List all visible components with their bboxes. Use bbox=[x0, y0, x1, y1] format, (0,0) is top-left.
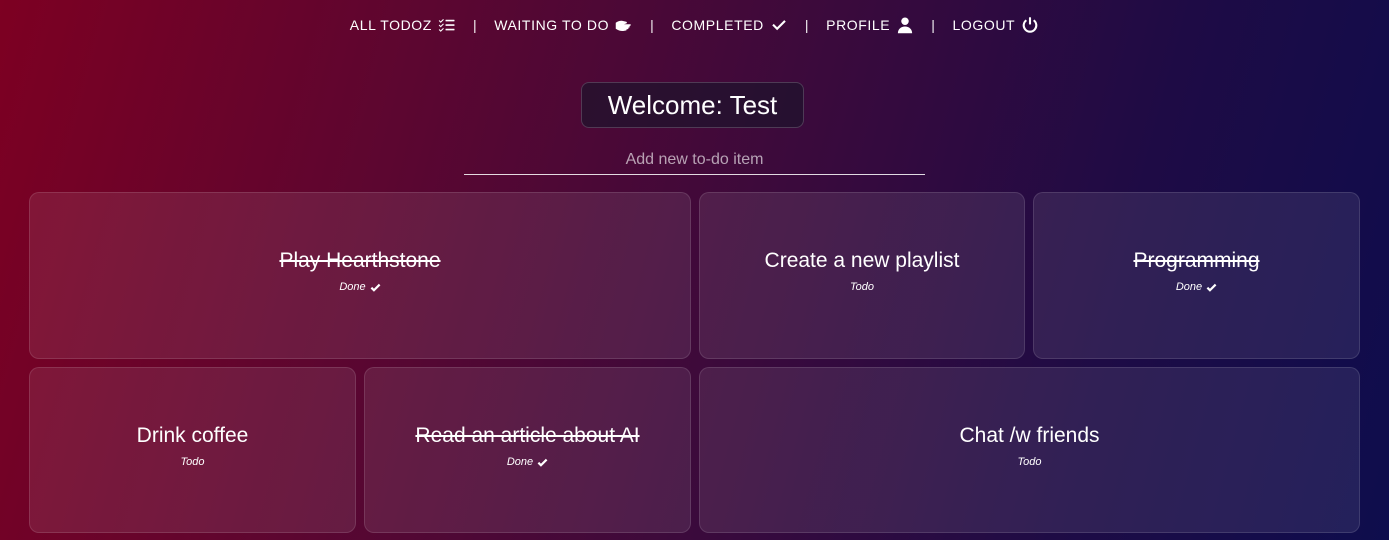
nav-profile[interactable]: PROFILE bbox=[826, 16, 914, 34]
welcome-text: Welcome: Test bbox=[607, 89, 778, 120]
todo-card[interactable]: Chat /w friends Todo bbox=[699, 367, 1360, 533]
todo-title: Play Hearthstone bbox=[279, 249, 441, 272]
todo-status-label: Todo bbox=[849, 281, 875, 293]
todo-status-label: Todo bbox=[180, 456, 205, 468]
nav-completed[interactable]: COMPLETED bbox=[671, 16, 788, 34]
nav-waiting-to-do[interactable]: WAITING TO DO bbox=[494, 16, 633, 34]
check-icon bbox=[1206, 283, 1217, 292]
todo-title: Programming bbox=[1133, 249, 1260, 272]
user-icon bbox=[898, 17, 913, 34]
todo-status: Todo bbox=[1017, 456, 1041, 468]
todo-status-label: Todo bbox=[1017, 456, 1042, 468]
check-icon bbox=[370, 283, 381, 292]
nav-separator: | bbox=[931, 17, 936, 33]
todo-title: Drink coffee bbox=[136, 424, 249, 447]
todo-status: Done bbox=[507, 456, 548, 468]
welcome-banner: Welcome: Test bbox=[581, 82, 804, 128]
todo-status: Todo bbox=[850, 281, 874, 293]
nav-completed-label: COMPLETED bbox=[671, 17, 764, 33]
new-todo-input[interactable] bbox=[464, 145, 925, 175]
nav-all-todoz[interactable]: ALL TODOZ bbox=[350, 16, 456, 34]
todo-status-label: Done bbox=[506, 456, 534, 468]
todo-status: Todo bbox=[180, 456, 204, 468]
todo-status: Done bbox=[339, 281, 381, 293]
nav-waiting-to-do-label: WAITING TO DO bbox=[494, 17, 610, 33]
todo-card[interactable]: Play Hearthstone Done bbox=[29, 192, 691, 359]
power-icon bbox=[1022, 17, 1038, 33]
todo-card[interactable]: Drink coffee Todo bbox=[29, 367, 356, 533]
todo-card[interactable]: Programming Done bbox=[1033, 192, 1360, 359]
nav-separator: | bbox=[804, 17, 810, 33]
todo-title: Read an article about AI bbox=[415, 424, 640, 447]
check-icon bbox=[772, 20, 786, 31]
nav-all-todoz-label: ALL TODOZ bbox=[349, 17, 432, 33]
todo-title: Create a new playlist bbox=[764, 249, 960, 272]
todo-card[interactable]: Read an article about AI Done bbox=[364, 367, 691, 533]
nav-logout-label: LOGOUT bbox=[952, 17, 1016, 33]
todo-status-label: Done bbox=[1175, 281, 1203, 293]
todo-card[interactable]: Create a new playlist Todo bbox=[699, 192, 1025, 359]
hand-icon bbox=[615, 20, 631, 32]
top-nav: ALL TODOZ | WAITING TO DO | COMPLETED | … bbox=[0, 14, 1389, 36]
check-icon bbox=[537, 458, 548, 467]
todo-title: Chat /w friends bbox=[959, 424, 1100, 447]
nav-logout[interactable]: LOGOUT bbox=[952, 16, 1039, 34]
todo-status: Done bbox=[1176, 281, 1217, 293]
nav-profile-label: PROFILE bbox=[826, 17, 891, 33]
checklist-icon bbox=[438, 19, 455, 32]
nav-separator: | bbox=[650, 17, 655, 33]
todo-status-label: Done bbox=[339, 281, 366, 293]
nav-separator: | bbox=[472, 17, 478, 33]
